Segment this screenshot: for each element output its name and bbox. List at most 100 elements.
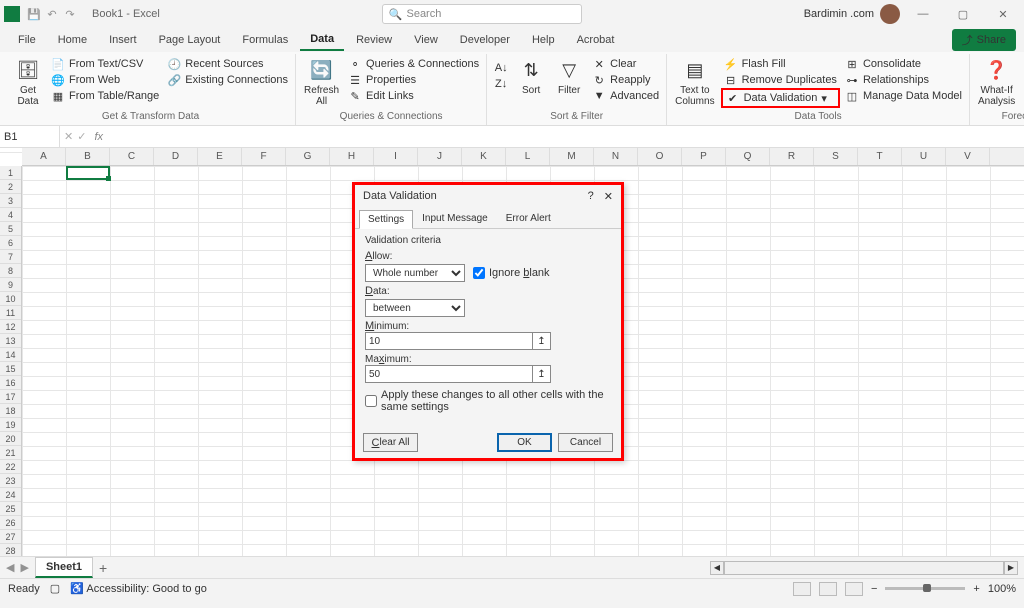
save-icon[interactable]: 💾 — [26, 7, 42, 21]
col-header[interactable]: H — [330, 148, 374, 165]
tab-error-alert[interactable]: Error Alert — [497, 209, 560, 228]
recent-sources-button[interactable]: 🕘Recent Sources — [164, 56, 291, 72]
row-header[interactable]: 4 — [0, 208, 21, 222]
share-button[interactable]: ⤴Share — [952, 29, 1016, 51]
enter-formula-icon[interactable]: ✓ — [77, 130, 86, 143]
row-header[interactable]: 12 — [0, 320, 21, 334]
refresh-all-button[interactable]: 🔄Refresh All — [300, 54, 343, 109]
row-header[interactable]: 3 — [0, 194, 21, 208]
tab-input-message[interactable]: Input Message — [413, 209, 497, 228]
col-header[interactable]: F — [242, 148, 286, 165]
tab-formulas[interactable]: Formulas — [232, 30, 298, 50]
col-header[interactable]: O — [638, 148, 682, 165]
relationships-button[interactable]: ⊶Relationships — [842, 72, 965, 88]
col-header[interactable]: V — [946, 148, 990, 165]
undo-icon[interactable]: ↶ — [44, 7, 60, 21]
tab-help[interactable]: Help — [522, 30, 565, 50]
tab-view[interactable]: View — [404, 30, 448, 50]
apply-all-checkbox[interactable] — [365, 395, 377, 407]
tab-review[interactable]: Review — [346, 30, 402, 50]
page-break-view-button[interactable] — [845, 582, 863, 596]
row-header[interactable]: 16 — [0, 376, 21, 390]
col-header[interactable]: K — [462, 148, 506, 165]
row-header[interactable]: 15 — [0, 362, 21, 376]
tab-file[interactable]: File — [8, 30, 46, 50]
col-header[interactable]: U — [902, 148, 946, 165]
col-header[interactable]: N — [594, 148, 638, 165]
ignore-blank-checkbox[interactable] — [473, 267, 485, 279]
queries-connections-button[interactable]: ⚬Queries & Connections — [345, 56, 482, 72]
tab-developer[interactable]: Developer — [450, 30, 520, 50]
add-sheet-button[interactable]: + — [99, 560, 107, 576]
advanced-filter-button[interactable]: ▼Advanced — [589, 88, 662, 104]
row-header[interactable]: 13 — [0, 334, 21, 348]
tab-acrobat[interactable]: Acrobat — [567, 30, 625, 50]
consolidate-button[interactable]: ⊞Consolidate — [842, 56, 965, 72]
edit-links-button[interactable]: ✎Edit Links — [345, 88, 482, 104]
row-header[interactable]: 6 — [0, 236, 21, 250]
col-header[interactable]: Q — [726, 148, 770, 165]
sort-az-button[interactable]: A↓ — [491, 60, 511, 76]
remove-duplicates-button[interactable]: ⊟Remove Duplicates — [721, 72, 840, 88]
row-header[interactable]: 20 — [0, 432, 21, 446]
row-header[interactable]: 9 — [0, 278, 21, 292]
text-to-columns-button[interactable]: ▤Text to Columns — [671, 54, 718, 109]
scroll-right-icon[interactable]: ▶ — [1004, 561, 1018, 575]
col-header[interactable]: I — [374, 148, 418, 165]
clear-all-button[interactable]: Clear All — [363, 433, 418, 452]
col-header[interactable]: S — [814, 148, 858, 165]
row-header[interactable]: 14 — [0, 348, 21, 362]
row-header[interactable]: 8 — [0, 264, 21, 278]
row-header[interactable]: 25 — [0, 502, 21, 516]
col-header[interactable]: M — [550, 148, 594, 165]
col-header[interactable]: P — [682, 148, 726, 165]
col-header[interactable]: D — [154, 148, 198, 165]
fx-icon[interactable]: fx — [90, 131, 107, 143]
search-input[interactable]: 🔍 Search — [382, 4, 582, 24]
properties-button[interactable]: ☰Properties — [345, 72, 482, 88]
close-icon[interactable]: ✕ — [986, 2, 1020, 26]
zoom-in-button[interactable]: + — [973, 583, 979, 595]
col-header[interactable]: A — [22, 148, 66, 165]
from-table-button[interactable]: ▦From Table/Range — [48, 88, 162, 104]
col-header[interactable]: B — [66, 148, 110, 165]
col-header[interactable]: J — [418, 148, 462, 165]
row-header[interactable]: 19 — [0, 418, 21, 432]
manage-data-model-button[interactable]: ◫Manage Data Model — [842, 88, 965, 104]
page-layout-view-button[interactable] — [819, 582, 837, 596]
sort-za-button[interactable]: Z↓ — [491, 76, 511, 92]
selected-cell[interactable] — [66, 166, 110, 180]
row-header[interactable]: 17 — [0, 390, 21, 404]
row-header[interactable]: 18 — [0, 404, 21, 418]
redo-icon[interactable]: ↷ — [62, 7, 78, 21]
row-headers[interactable]: 1234567891011121314151617181920212223242… — [0, 166, 22, 556]
tab-page-layout[interactable]: Page Layout — [149, 30, 231, 50]
zoom-level[interactable]: 100% — [988, 583, 1016, 595]
get-data-button[interactable]: 🗄Get Data — [10, 54, 46, 109]
help-icon[interactable]: ? — [588, 190, 594, 203]
data-validation-button[interactable]: ✔Data Validation ▾ — [721, 88, 840, 108]
row-header[interactable]: 2 — [0, 180, 21, 194]
row-header[interactable]: 1 — [0, 166, 21, 180]
row-header[interactable]: 7 — [0, 250, 21, 264]
existing-connections-button[interactable]: 🔗Existing Connections — [164, 72, 291, 88]
close-icon[interactable]: ✕ — [604, 190, 613, 203]
scroll-left-icon[interactable]: ◀ — [710, 561, 724, 575]
maximum-input[interactable] — [365, 365, 533, 383]
cancel-button[interactable]: Cancel — [558, 433, 613, 452]
cancel-formula-icon[interactable]: ✕ — [64, 130, 73, 143]
maximize-icon[interactable]: ▢ — [946, 2, 980, 26]
row-header[interactable]: 11 — [0, 306, 21, 320]
row-header[interactable]: 10 — [0, 292, 21, 306]
col-header[interactable]: L — [506, 148, 550, 165]
macro-icon[interactable]: ▢ — [50, 582, 60, 595]
row-header[interactable]: 27 — [0, 530, 21, 544]
reapply-button[interactable]: ↻Reapply — [589, 72, 662, 88]
col-header[interactable]: C — [110, 148, 154, 165]
minimum-input[interactable] — [365, 332, 533, 350]
allow-select[interactable]: Whole number — [365, 264, 465, 282]
column-headers[interactable]: ABCDEFGHIJKLMNOPQRSTUV — [22, 148, 1024, 166]
data-select[interactable]: between — [365, 299, 465, 317]
range-picker-icon[interactable]: ↥ — [533, 332, 551, 350]
from-web-button[interactable]: 🌐From Web — [48, 72, 162, 88]
